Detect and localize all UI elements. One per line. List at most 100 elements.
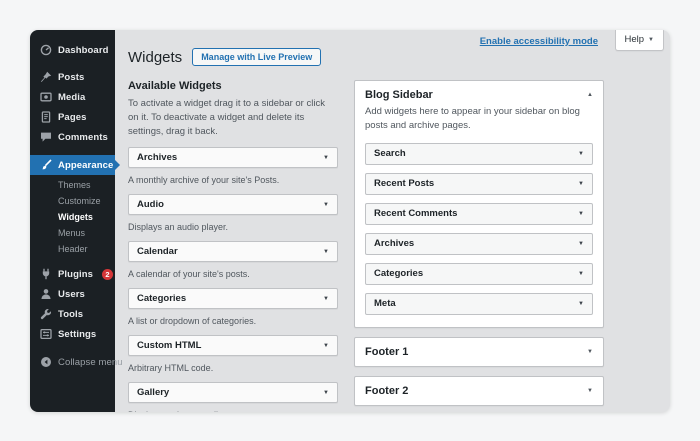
appearance-submenu: Themes Customize Widgets Menus Header xyxy=(30,175,115,264)
sidebar-widget-recent-posts[interactable]: Recent Posts ▼ xyxy=(365,173,593,195)
panel-title: Footer 1 xyxy=(365,346,408,358)
blog-sidebar-description: Add widgets here to appear in your sideb… xyxy=(355,105,603,133)
widget-name: Recent Comments xyxy=(374,208,457,219)
sidebar-item-media[interactable]: Media xyxy=(30,87,115,107)
widget-name: Categories xyxy=(137,293,186,304)
admin-window: Dashboard Posts Media Pages Comments xyxy=(30,30,670,412)
widget-bar-custom-html[interactable]: Custom HTML ▼ xyxy=(128,335,338,356)
sidebar-item-label: Appearance xyxy=(58,160,113,171)
media-icon xyxy=(40,91,52,103)
widget-description: Displays an image gallery. xyxy=(128,410,338,412)
sidebar-item-label: Posts xyxy=(58,72,84,83)
chevron-down-icon[interactable]: ▼ xyxy=(323,155,329,161)
enable-accessibility-link[interactable]: Enable accessibility mode xyxy=(480,36,598,47)
widget-bar-gallery[interactable]: Gallery ▼ xyxy=(128,382,338,403)
widget-name: Search xyxy=(374,148,406,159)
chevron-down-icon[interactable]: ▼ xyxy=(323,202,329,208)
submenu-item-header[interactable]: Header xyxy=(30,241,115,257)
chevron-up-icon[interactable]: ▲ xyxy=(587,92,593,98)
chevron-down-icon[interactable]: ▼ xyxy=(323,343,329,349)
chevron-down-icon[interactable]: ▼ xyxy=(578,211,584,217)
panel-title: Footer 2 xyxy=(365,385,408,397)
available-widgets-heading: Available Widgets xyxy=(128,80,338,92)
main-content: Enable accessibility mode Help ▼ Widgets… xyxy=(115,30,670,412)
widget-description: Displays an audio player. xyxy=(128,222,338,232)
submenu-item-widgets[interactable]: Widgets xyxy=(30,209,115,225)
widget-name: Recent Posts xyxy=(374,178,434,189)
sidebar-item-users[interactable]: Users xyxy=(30,284,115,304)
sidebar-item-pages[interactable]: Pages xyxy=(30,107,115,127)
widget-name: Archives xyxy=(374,238,414,249)
wrench-icon xyxy=(40,308,52,320)
plugins-update-badge: 2 xyxy=(102,269,113,280)
widget-description: A list or dropdown of categories. xyxy=(128,316,338,326)
sidebar-item-dashboard[interactable]: Dashboard xyxy=(30,40,115,60)
sidebar-item-appearance[interactable]: Appearance xyxy=(30,155,115,175)
sidebar-widget-archives[interactable]: Archives ▼ xyxy=(365,233,593,255)
widget-bar-calendar[interactable]: Calendar ▼ xyxy=(128,241,338,262)
chevron-down-icon[interactable]: ▼ xyxy=(587,349,593,355)
pages-icon xyxy=(40,111,52,123)
appearance-brush-icon xyxy=(40,159,52,171)
sidebar-widget-meta[interactable]: Meta ▼ xyxy=(365,293,593,315)
sidebar-widget-recent-comments[interactable]: Recent Comments ▼ xyxy=(365,203,593,225)
sidebar-item-plugins[interactable]: Plugins 2 xyxy=(30,264,115,284)
chevron-down-icon[interactable]: ▼ xyxy=(578,151,584,157)
widget-bar-audio[interactable]: Audio ▼ xyxy=(128,194,338,215)
sidebar-widget-categories[interactable]: Categories ▼ xyxy=(365,263,593,285)
sidebar-item-label: Plugins xyxy=(58,269,93,280)
help-dropdown-button[interactable]: Help ▼ xyxy=(615,30,665,51)
collapse-menu-button[interactable]: Collapse menu xyxy=(30,352,115,372)
submenu-item-themes[interactable]: Themes xyxy=(30,177,115,193)
sidebar-item-settings[interactable]: Settings xyxy=(30,324,115,344)
widget-name: Meta xyxy=(374,298,396,309)
collapse-arrow-icon xyxy=(40,356,52,368)
footer-1-header[interactable]: Footer 1 ▼ xyxy=(355,338,603,366)
sidebar-item-label: Users xyxy=(58,289,85,300)
sidebar-item-comments[interactable]: Comments xyxy=(30,127,115,147)
blog-sidebar-panel: Blog Sidebar ▲ Add widgets here to appea… xyxy=(354,80,604,328)
chevron-down-icon[interactable]: ▼ xyxy=(323,390,329,396)
widget-name: Custom HTML xyxy=(137,340,201,351)
sidebar-item-label: Tools xyxy=(58,309,83,320)
sidebar-item-tools[interactable]: Tools xyxy=(30,304,115,324)
chevron-down-icon[interactable]: ▼ xyxy=(323,249,329,255)
sidebar-item-posts[interactable]: Posts xyxy=(30,67,115,87)
settings-icon xyxy=(40,328,52,340)
widget-name: Gallery xyxy=(137,387,169,398)
chevron-down-icon[interactable]: ▼ xyxy=(578,241,584,247)
footer-2-panel: Footer 2 ▼ xyxy=(354,376,604,406)
footer-2-header[interactable]: Footer 2 ▼ xyxy=(355,377,603,405)
sidebars-column: Blog Sidebar ▲ Add widgets here to appea… xyxy=(354,80,604,412)
sidebar-item-label: Pages xyxy=(58,112,87,123)
chevron-down-icon[interactable]: ▼ xyxy=(587,388,593,394)
manage-live-preview-button[interactable]: Manage with Live Preview xyxy=(192,48,321,66)
sidebar-widget-search[interactable]: Search ▼ xyxy=(365,143,593,165)
sidebar-item-label: Collapse menu xyxy=(58,357,123,368)
chevron-down-icon[interactable]: ▼ xyxy=(578,301,584,307)
admin-sidebar: Dashboard Posts Media Pages Comments xyxy=(30,30,115,412)
widget-name: Calendar xyxy=(137,246,178,257)
sidebar-item-label: Comments xyxy=(58,132,108,143)
widget-description: Arbitrary HTML code. xyxy=(128,363,338,373)
sidebar-item-label: Dashboard xyxy=(58,45,109,56)
blog-sidebar-header[interactable]: Blog Sidebar ▲ xyxy=(355,81,603,105)
chevron-down-icon: ▼ xyxy=(648,37,654,43)
user-icon xyxy=(40,288,52,300)
plugin-icon xyxy=(40,268,52,280)
panel-title: Blog Sidebar xyxy=(365,89,433,101)
submenu-item-menus[interactable]: Menus xyxy=(30,225,115,241)
widget-name: Categories xyxy=(374,268,423,279)
chevron-down-icon[interactable]: ▼ xyxy=(578,181,584,187)
page-title-row: Widgets Manage with Live Preview xyxy=(128,46,670,68)
widget-name: Audio xyxy=(137,199,164,210)
help-label: Help xyxy=(625,34,645,45)
widget-bar-archives[interactable]: Archives ▼ xyxy=(128,147,338,168)
sidebar-item-label: Media xyxy=(58,92,85,103)
chevron-down-icon[interactable]: ▼ xyxy=(323,296,329,302)
widget-name: Archives xyxy=(137,152,177,163)
submenu-item-customize[interactable]: Customize xyxy=(30,193,115,209)
page-title: Widgets xyxy=(128,49,182,66)
chevron-down-icon[interactable]: ▼ xyxy=(578,271,584,277)
widget-bar-categories[interactable]: Categories ▼ xyxy=(128,288,338,309)
